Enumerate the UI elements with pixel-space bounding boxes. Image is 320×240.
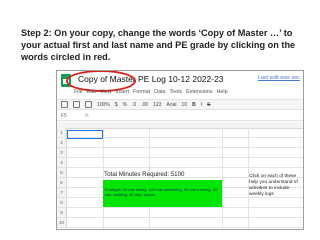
currency-button[interactable]: $: [115, 102, 118, 108]
row-number: 8: [57, 198, 67, 207]
grid-row[interactable]: 3: [57, 148, 303, 158]
example-text: Example: 30 min hiking, 120 min swimming…: [105, 187, 218, 197]
formula-bar: F5 fx: [57, 112, 303, 121]
grid-row[interactable]: 9: [57, 208, 303, 218]
increase-decimal-button[interactable]: .00: [141, 102, 148, 108]
menu-format[interactable]: Format: [133, 89, 150, 97]
row-number: 2: [57, 138, 67, 147]
decrease-decimal-button[interactable]: .0: [132, 102, 136, 108]
row-number: 5: [57, 168, 67, 177]
menu-data[interactable]: Data: [154, 89, 165, 97]
selected-cell[interactable]: [67, 130, 103, 139]
menu-insert[interactable]: Insert: [116, 89, 129, 97]
menu-help[interactable]: Help: [217, 89, 228, 97]
row-number: 7: [57, 188, 67, 197]
total-minutes-cell[interactable]: Total Minutes Required: 5100: [104, 171, 185, 178]
instruction-heading: Step 2: On your copy, change the words ‘…: [21, 28, 296, 62]
grid-row[interactable]: 10: [57, 218, 303, 228]
last-edit-link[interactable]: Last edit was sec: [258, 75, 300, 81]
spreadsheet-grid[interactable]: 1 2 3 4 5 6 7 8 9 10 Total Minutes Requi…: [57, 122, 303, 229]
menu-extensions[interactable]: Extensions: [186, 89, 212, 97]
menu-edit[interactable]: Edit: [87, 89, 96, 97]
grid-row[interactable]: 2: [57, 138, 303, 148]
undo-icon[interactable]: [61, 101, 68, 108]
font-size-select[interactable]: 10: [182, 102, 188, 108]
row-number: 4: [57, 158, 67, 167]
grid-row[interactable]: 4: [57, 158, 303, 168]
title-bar: Copy of Master PE Log 10-12 2022-23 Last…: [57, 71, 303, 92]
row-number: 1: [57, 128, 67, 137]
row-number: 9: [57, 208, 67, 217]
menu-file[interactable]: File: [74, 89, 83, 97]
spreadsheet-screenshot: Copy of Master PE Log 10-12 2022-23 Last…: [56, 70, 304, 230]
menu-bar: File Edit View Insert Format Data Tools …: [74, 89, 228, 97]
font-select[interactable]: Arial: [167, 102, 177, 108]
print-icon[interactable]: [85, 101, 92, 108]
row-number: 6: [57, 178, 67, 187]
row-number: 3: [57, 148, 67, 157]
toolbar: 100% $ % .0 .00 123 Arial 10 B I S: [57, 99, 303, 110]
instructions-note: Click on each of these help you understa…: [249, 174, 298, 197]
strikethrough-button[interactable]: S: [207, 102, 210, 108]
more-formats-button[interactable]: 123: [153, 102, 161, 108]
fx-icon: fx: [85, 113, 89, 119]
menu-view[interactable]: View: [100, 89, 112, 97]
italic-button[interactable]: I: [201, 102, 202, 108]
bold-button[interactable]: B: [192, 102, 196, 108]
example-cell[interactable]: Example: 30 min hiking, 120 min swimming…: [103, 180, 222, 207]
redo-icon[interactable]: [73, 101, 80, 108]
row-number: 10: [57, 218, 67, 227]
menu-tools[interactable]: Tools: [170, 89, 183, 97]
zoom-select[interactable]: 100%: [97, 102, 110, 108]
cell-reference[interactable]: F5: [61, 113, 67, 119]
percent-button[interactable]: %: [123, 102, 127, 108]
